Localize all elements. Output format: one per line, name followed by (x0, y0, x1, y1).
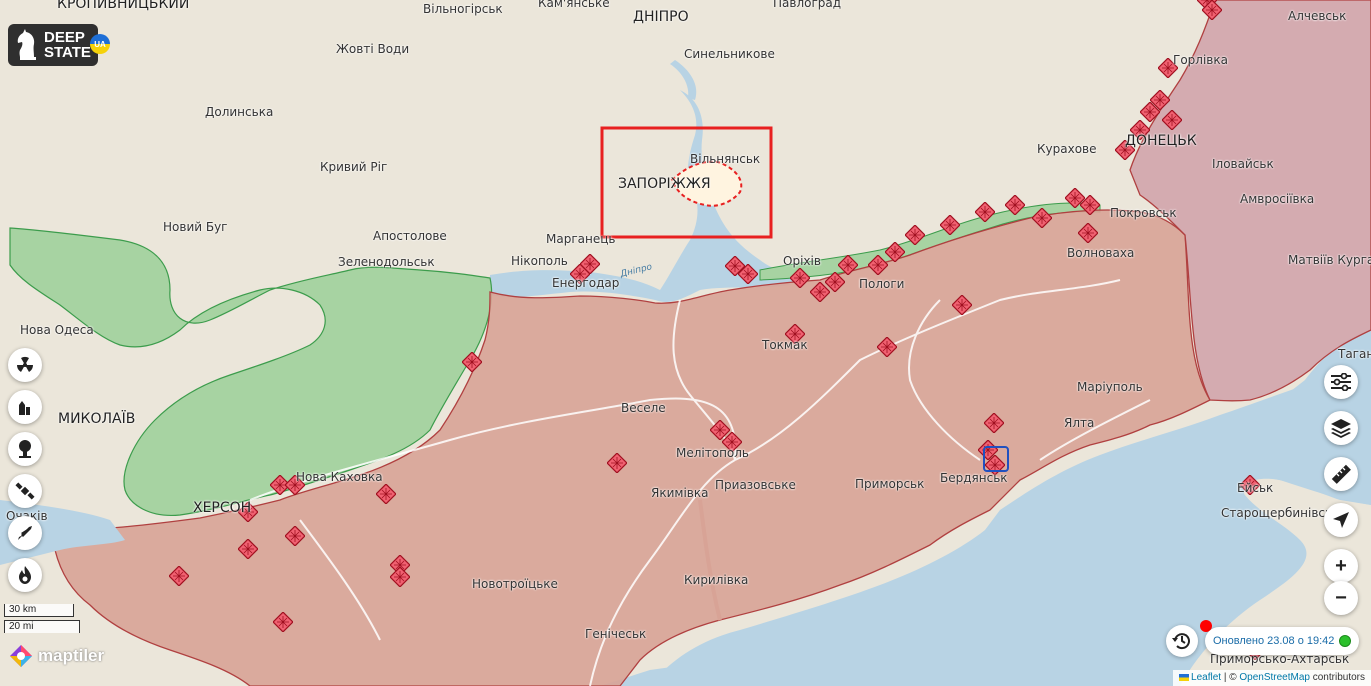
attribution-tail: contributors (1309, 672, 1365, 683)
place-yakymivka: Якимівка (651, 486, 709, 500)
locate-icon (1333, 512, 1349, 528)
place-alchevsk: Алчевськ (1288, 9, 1347, 23)
scale-metric: 30 km (4, 604, 74, 617)
place-prymorsk: Приморськ (855, 477, 925, 491)
online-status-icon (1339, 635, 1351, 647)
place-horlivka: Горлівка (1173, 53, 1228, 67)
place-polohy: Пологи (859, 277, 905, 291)
place-zhovti-vody: Жовті Води (336, 42, 410, 56)
place-melitopol: Мелітополь (676, 446, 750, 460)
maptiler-icon (10, 645, 32, 667)
ua-flag-badge: UA (90, 34, 110, 54)
fire-icon (19, 566, 31, 584)
place-tokmak: Токмак (762, 338, 808, 352)
place-kryvyi-rih: Кривий Ріг (320, 160, 388, 174)
fortress-button[interactable] (8, 390, 42, 424)
satellite-icon (15, 482, 35, 500)
place-kyrylivka: Кирилівка (684, 573, 749, 587)
place-enerhodar: Енергодар (552, 276, 620, 290)
maptiler-text: maptiler (38, 646, 105, 665)
place-berdiansk: Бердянськ (940, 471, 1008, 485)
place-tahanrih: Таганрог (1338, 347, 1371, 361)
place-yeisk: Ейськ (1237, 481, 1274, 495)
explosion-icon (19, 440, 31, 458)
leaflet-link[interactable]: Leaflet (1191, 672, 1221, 683)
place-yalta: Ялта (1064, 416, 1095, 430)
place-mykolaiv: МИКОЛАЇВ (58, 411, 136, 427)
history-button[interactable] (1166, 625, 1198, 657)
explosion-button[interactable] (8, 432, 42, 466)
update-status[interactable]: Оновлено 23.08 о 19:42 (1205, 627, 1359, 655)
zoom-out-label: − (1335, 586, 1347, 609)
deepstate-logo[interactable]: DEEP STATE UA (8, 24, 110, 66)
logo-line-2: STATE (44, 44, 91, 61)
place-matviiv-kurhan: Матвіїв Курган (1288, 253, 1371, 267)
place-kherson: ХЕРСОН (193, 500, 252, 516)
place-dolynska: Долинська (205, 105, 274, 119)
place-pryazovske: Приазовське (715, 478, 796, 492)
place-donetsk: ДОНЕЦЬК (1125, 133, 1197, 149)
ua-flag-icon (1179, 673, 1190, 681)
place-vilniansk: Вільнянськ (690, 152, 761, 166)
attribution: Leaflet | © OpenStreetMap contributors (1173, 670, 1371, 686)
place-nova-odesa: Нова Одеса (20, 323, 94, 337)
layers-button[interactable] (1324, 411, 1358, 445)
zoom-in-label: + (1335, 554, 1347, 577)
place-nikopol: Нікополь (511, 254, 568, 268)
place-apostolove: Апостолове (373, 229, 447, 243)
ruler-icon (1331, 464, 1351, 484)
place-marhanets: Марганець (546, 232, 616, 246)
place-dnipro: ДНІПРО (633, 9, 689, 25)
rocket-button[interactable] (8, 516, 42, 550)
place-amvrosiivka: Амвросіївка (1240, 192, 1315, 206)
update-status-text: Оновлено 23.08 о 19:42 (1213, 635, 1335, 647)
rocket-icon (18, 526, 32, 540)
fortress-icon (19, 401, 30, 415)
logo-line-1: DEEP (44, 29, 85, 46)
logo-text: DEEP STATE (44, 30, 91, 60)
place-novotroitske: Новотроїцьке (472, 577, 558, 591)
osm-link[interactable]: OpenStreetMap (1239, 672, 1310, 683)
maptiler-logo[interactable]: maptiler (8, 643, 104, 669)
place-orikhiv: Оріхів (783, 254, 821, 268)
zoom-out-button[interactable]: − (1324, 581, 1358, 615)
scale-imperial: 20 mi (4, 620, 80, 633)
place-kurakhove: Курахове (1037, 142, 1097, 156)
place-volnovakha: Волноваха (1067, 246, 1135, 260)
filter-button[interactable] (1324, 365, 1358, 399)
place-pavlohrad: Павлоград (773, 0, 842, 10)
attribution-sep: | © (1221, 672, 1240, 683)
place-mariupol: Маріуполь (1077, 380, 1143, 394)
zoom-in-button[interactable]: + (1324, 549, 1358, 583)
place-zelenodolsk: Зеленодольськ (338, 255, 435, 269)
locate-button[interactable] (1324, 503, 1358, 537)
satellite-button[interactable] (8, 474, 42, 508)
history-icon (1172, 633, 1190, 650)
radiation-button[interactable] (8, 348, 42, 382)
place-ilovaisk: Іловайськ (1212, 157, 1274, 171)
ua-badge-text: UA (94, 39, 106, 49)
place-synelnykove: Синельникове (684, 47, 775, 61)
place-pokrovsk: Покровськ (1110, 206, 1177, 220)
place-henichesk: Генічеськ (585, 627, 647, 641)
filter-icon (1331, 373, 1351, 391)
chess-knight-icon (17, 29, 36, 60)
ruler-button[interactable] (1324, 457, 1358, 491)
place-vilnohirsk: Вільногірськ (423, 2, 503, 16)
place-nova-kakhovka: Нова Каховка (296, 470, 383, 484)
fire-button[interactable] (8, 558, 42, 592)
place-zaporizhzhia: ЗАПОРІЖЖЯ (618, 176, 711, 192)
place-novyi-buh: Новий Буг (163, 220, 228, 234)
place-vesele: Веселе (621, 401, 666, 415)
place-kamianske: Кам'янське (538, 0, 610, 10)
layers-icon (1331, 419, 1351, 438)
place-kropyvnytskyi: КРОПИВНИЦЬКИЙ (57, 0, 190, 12)
radiation-icon (16, 356, 34, 372)
